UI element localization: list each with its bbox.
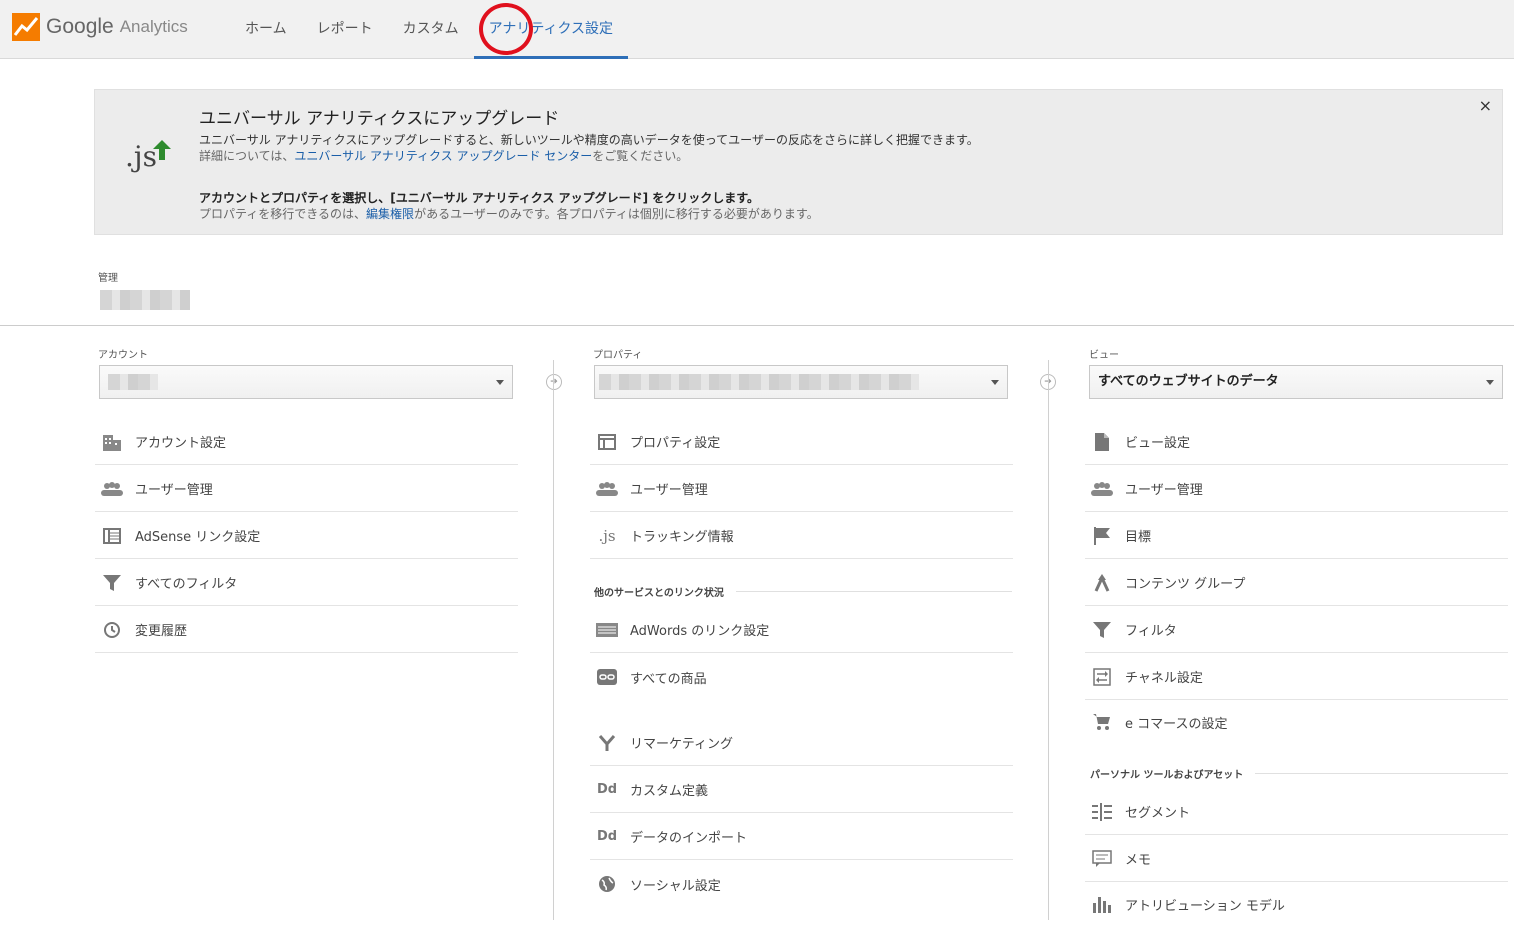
memo-icon (1089, 849, 1115, 869)
chevron-down-icon (991, 380, 999, 385)
annotations[interactable]: メモ (1085, 836, 1508, 882)
channel-icon (1089, 667, 1115, 687)
window-icon (594, 432, 620, 452)
upgrade-banner: .js ユニバーサル アナリティクスにアップグレード ユニバーサル アナリティク… (94, 89, 1503, 235)
view-settings[interactable]: ビュー設定 (1085, 419, 1508, 465)
filter-icon (1089, 620, 1115, 640)
channel-settings[interactable]: チャネル設定 (1085, 654, 1508, 700)
users-icon (594, 479, 620, 499)
arrow-right-icon: ➔ (546, 374, 562, 390)
content-grouping[interactable]: コンテンツ グループ (1085, 560, 1508, 606)
redacted-property (599, 374, 919, 390)
building-icon (99, 432, 125, 452)
dd-icon: Dd (596, 829, 618, 844)
highlight-circle (479, 3, 533, 55)
data-import[interactable]: Dd データのインポート (590, 814, 1013, 860)
chevron-down-icon (496, 380, 504, 385)
users-icon (1089, 479, 1115, 499)
view-select-value: すべてのウェブサイトのデータ (1098, 374, 1279, 389)
view-label: ビュー (1089, 350, 1119, 361)
change-history[interactable]: 変更履歴 (95, 607, 518, 653)
banner-details: 詳細については、ユニバーサル アナリティクス アップグレード センターをご覧くだ… (199, 149, 689, 163)
flag-icon (1089, 526, 1115, 546)
adwords-link-settings[interactable]: AdWords のリンク設定 (590, 607, 1013, 653)
cart-icon (1089, 712, 1115, 732)
users-icon (99, 479, 125, 499)
segment-icon (1089, 802, 1115, 822)
admin-label: 管理 (98, 273, 118, 284)
remarketing[interactable]: リマーケティング (590, 720, 1013, 766)
edit-permission-link[interactable]: 編集権限 (366, 207, 414, 221)
link-icon (594, 667, 620, 687)
goals[interactable]: 目標 (1085, 513, 1508, 559)
analytics-logo-icon (12, 13, 40, 41)
banner-description: ユニバーサル アナリティクスにアップグレードすると、新しいツールや精度の高いデー… (199, 133, 979, 147)
social-settings[interactable]: ソーシャル設定 (590, 861, 1013, 907)
custom-definitions[interactable]: Dd カスタム定義 (590, 767, 1013, 813)
property-settings[interactable]: プロパティ設定 (590, 419, 1013, 465)
content-group-icon (1089, 573, 1115, 593)
personal-tools-heading: パーソナル ツールおよびアセット (1090, 766, 1508, 781)
google-analytics-logo[interactable]: Google Analytics (12, 12, 188, 42)
logo-analytics-text: Analytics (119, 17, 188, 36)
main-nav: ホーム レポート カスタム アナリティクス設定 (230, 0, 629, 59)
history-icon (99, 620, 125, 640)
adsense-link-settings[interactable]: AdSense リンク設定 (95, 513, 518, 559)
filter-icon (99, 573, 125, 593)
segments[interactable]: セグメント (1085, 789, 1508, 835)
remarketing-icon (594, 733, 620, 753)
column-divider (1048, 360, 1049, 920)
banner-instruction: アカウントとプロパティを選択し、[ユニバーサル アナリティクス アップグレード]… (199, 191, 760, 205)
chevron-down-icon (1486, 380, 1494, 385)
nav-home[interactable]: ホーム (230, 0, 302, 59)
js-icon: .js (598, 526, 616, 545)
ecommerce-settings[interactable]: e コマースの設定 (1085, 699, 1508, 745)
account-label: アカウント (98, 350, 148, 361)
column-divider (553, 360, 554, 920)
tracking-info[interactable]: .js トラッキング情報 (590, 513, 1013, 559)
globe-icon (594, 874, 620, 894)
table-icon (99, 526, 125, 546)
redacted-account-name (100, 290, 190, 310)
account-user-management[interactable]: ユーザー管理 (95, 466, 518, 512)
view-user-management[interactable]: ユーザー管理 (1085, 466, 1508, 512)
banner-permission-note: プロパティを移行できるのは、編集権限があるユーザーのみです。各プロパティは個別に… (199, 207, 819, 221)
nav-custom[interactable]: カスタム (388, 0, 474, 59)
upgrade-center-link[interactable]: ユニバーサル アナリティクス アップグレード センター (294, 149, 592, 163)
logo-google-text: Google (46, 15, 114, 38)
redacted-account (108, 374, 158, 390)
top-bar: Google Analytics ホーム レポート カスタム アナリティクス設定 (0, 0, 1514, 59)
attribution-icon (1089, 894, 1115, 914)
account-settings[interactable]: アカウント設定 (95, 419, 518, 465)
property-user-management[interactable]: ユーザー管理 (590, 466, 1013, 512)
divider (0, 325, 1514, 326)
property-label: プロパティ (593, 350, 643, 361)
adwords-icon (594, 620, 620, 640)
all-filters[interactable]: すべてのフィルタ (95, 560, 518, 606)
property-select[interactable] (594, 365, 1008, 399)
close-icon[interactable]: × (1479, 96, 1492, 115)
dd-icon: Dd (596, 782, 618, 797)
linked-services-heading: 他のサービスとのリンク状況 (594, 584, 1012, 599)
view-select[interactable]: すべてのウェブサイトのデータ (1089, 365, 1503, 399)
banner-title: ユニバーサル アナリティクスにアップグレード (199, 109, 560, 129)
account-select[interactable] (99, 365, 513, 399)
attribution-models[interactable]: アトリビューション モデル (1085, 881, 1508, 927)
all-products[interactable]: すべての商品 (590, 654, 1013, 700)
view-filters[interactable]: フィルタ (1085, 607, 1508, 653)
up-arrow-icon (153, 140, 171, 160)
nav-reports[interactable]: レポート (302, 0, 388, 59)
document-icon (1089, 432, 1115, 452)
